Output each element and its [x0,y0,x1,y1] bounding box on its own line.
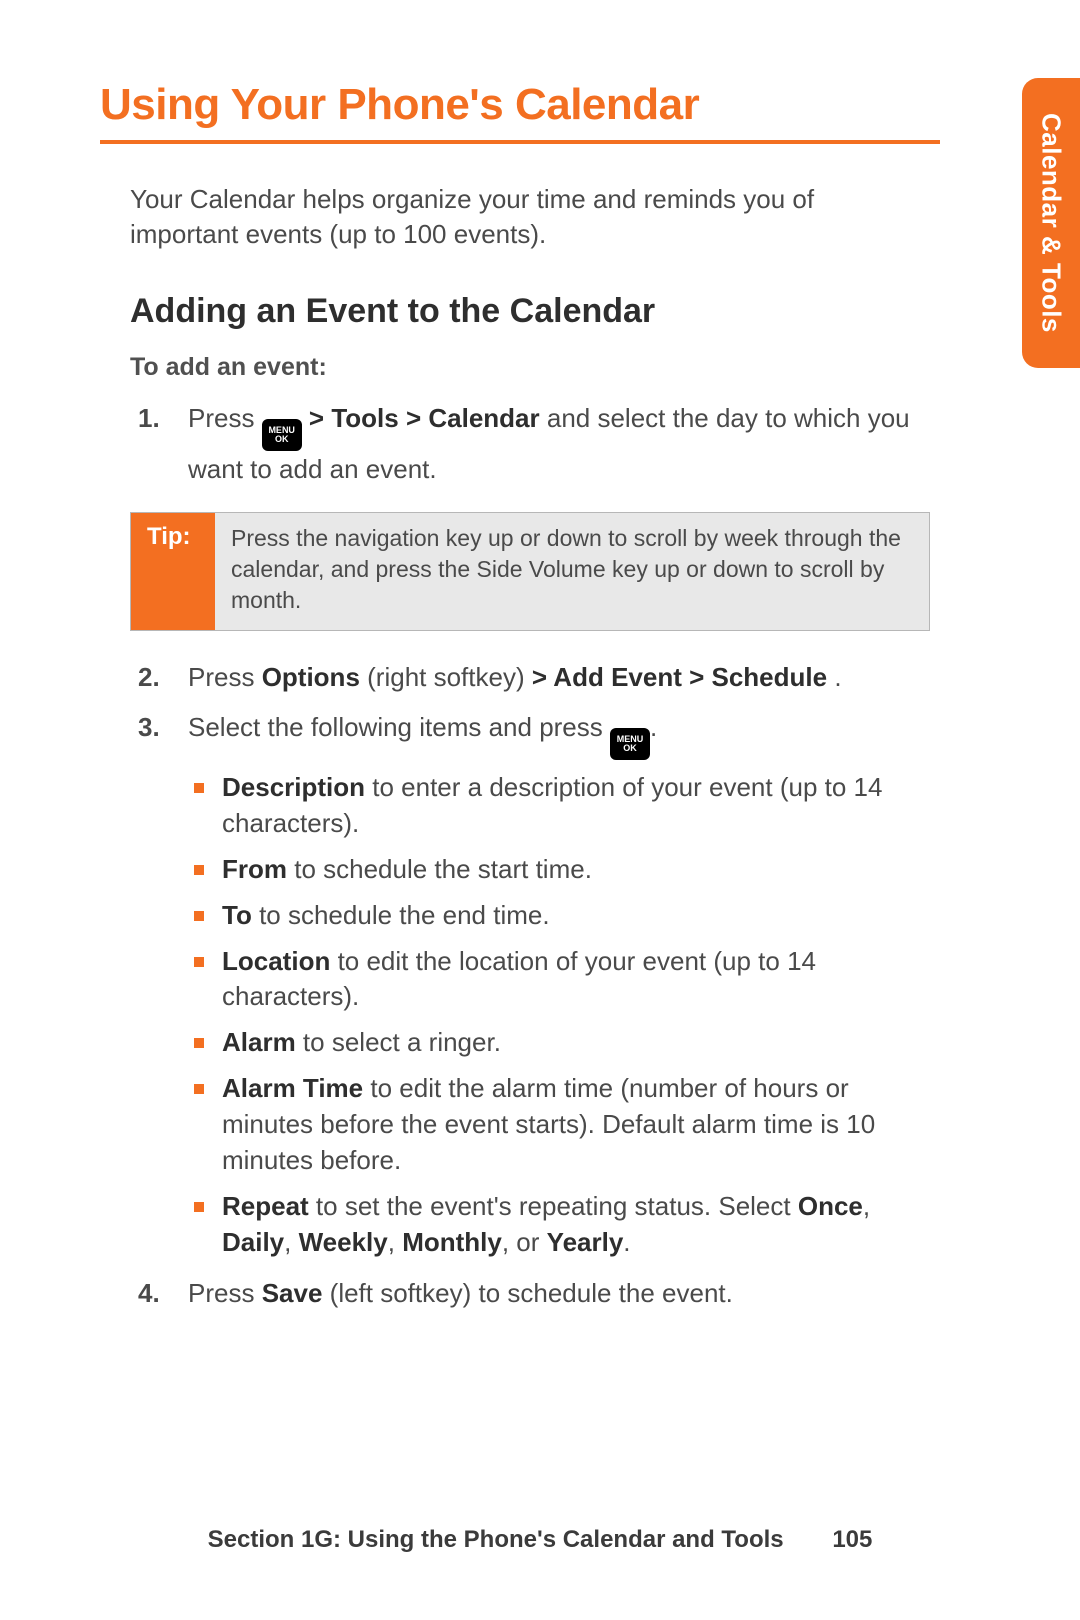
step-number: 1. [138,400,160,436]
repeat-option-daily: Daily [222,1227,284,1257]
nav-path: > Add Event > Schedule [532,662,827,692]
step-list: 1. Press MENU OK > Tools > Calendar and … [130,400,930,487]
step-text: . [834,662,841,692]
tip-label: Tip: [131,513,215,630]
field-label: Repeat [222,1191,309,1221]
step-text: (right softkey) [367,662,532,692]
section-subheading: Adding an Event to the Calendar [130,292,990,331]
end: . [623,1227,630,1257]
field-label: From [222,854,287,884]
step-text: Press [188,403,262,433]
repeat-option-yearly: Yearly [547,1227,624,1257]
softkey-save: Save [262,1278,323,1308]
step-number: 3. [138,709,160,745]
menu-ok-key-icon: MENU OK [610,728,650,760]
step-text: Select the following items and press [188,712,610,742]
field-desc: to select a ringer. [296,1027,501,1057]
menu-key-line2: OK [275,435,289,444]
field-desc: to schedule the start time. [287,854,592,884]
footer-section: Section 1G: Using the Phone's Calendar a… [208,1526,784,1553]
field-alarm: Alarm to select a ringer. [188,1025,930,1061]
step-text: Press [188,662,262,692]
field-repeat: Repeat to set the event's repeating stat… [188,1189,930,1261]
sep: , [284,1227,298,1257]
field-label: Alarm Time [222,1073,363,1103]
field-label: To [222,900,252,930]
manual-page: Calendar & Tools Using Your Phone's Cale… [0,0,1080,1620]
repeat-option-monthly: Monthly [402,1227,502,1257]
step-number: 2. [138,659,160,695]
repeat-option-once: Once [798,1191,863,1221]
step-list-continued: 2. Press Options (right softkey) > Add E… [130,659,930,1311]
sep-or: , or [502,1227,547,1257]
field-location: Location to edit the location of your ev… [188,944,930,1016]
repeat-option-weekly: Weekly [299,1227,388,1257]
page-number: 105 [832,1526,872,1553]
menu-ok-key-icon: MENU OK [262,419,302,451]
field-label: Description [222,772,365,802]
softkey-options: Options [262,662,360,692]
field-label: Alarm [222,1027,296,1057]
step-text: (left softkey) to schedule the event. [330,1278,733,1308]
page-title: Using Your Phone's Calendar [100,80,940,144]
page-footer: Section 1G: Using the Phone's Calendar a… [0,1526,1080,1554]
field-label: Location [222,946,330,976]
side-tab-label: Calendar & Tools [1036,113,1067,333]
nav-path: > Tools > Calendar [309,403,540,433]
field-list: Description to enter a description of yo… [188,770,930,1261]
field-desc: to schedule the end time. [252,900,550,930]
field-description: Description to enter a description of yo… [188,770,930,842]
field-desc: to set the event's repeating status. Sel… [309,1191,798,1221]
section-side-tab: Calendar & Tools [1022,78,1080,368]
sep: , [388,1227,402,1257]
field-from: From to schedule the start time. [188,852,930,888]
field-to: To to schedule the end time. [188,898,930,934]
tip-callout: Tip: Press the navigation key up or down… [130,512,930,631]
field-alarm-time: Alarm Time to edit the alarm time (numbe… [188,1071,930,1179]
sep: , [863,1191,870,1221]
step-text: Press [188,1278,262,1308]
step-number: 4. [138,1275,160,1311]
tip-body: Press the navigation key up or down to s… [215,513,929,630]
procedure-lead: To add an event: [130,353,990,382]
step-3: 3. Select the following items and press … [130,709,930,1261]
step-2: 2. Press Options (right softkey) > Add E… [130,659,930,695]
intro-paragraph: Your Calendar helps organize your time a… [130,182,920,252]
step-text: . [650,712,657,742]
step-4: 4. Press Save (left softkey) to schedule… [130,1275,930,1311]
step-1: 1. Press MENU OK > Tools > Calendar and … [130,400,930,487]
menu-key-line2: OK [623,744,637,753]
